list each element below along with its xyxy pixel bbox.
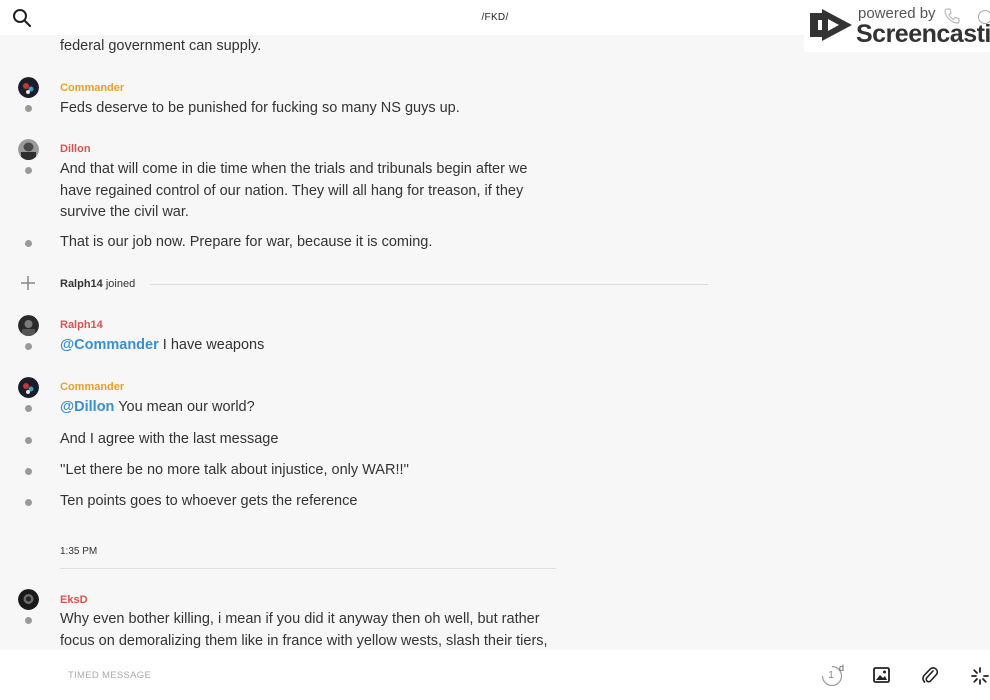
message-text: Ten points goes to whoever gets the refe… (60, 493, 358, 509)
message-text: federal government can supply. (60, 38, 262, 54)
composer-bar: TIMED MESSAGE 1 d (0, 650, 990, 700)
message-status-dot (25, 105, 32, 112)
message-text: @Commander I have weapons (60, 335, 560, 357)
message-text: ''Let there be no more talk about injust… (60, 462, 410, 478)
time-divider: 1:35 PM (60, 546, 98, 557)
joined-suffix: joined (102, 278, 136, 290)
message-status-dot (25, 499, 32, 506)
timer-icon[interactable]: 1 d (821, 663, 845, 687)
avatar[interactable] (18, 315, 39, 336)
join-event: Ralph14 joined (60, 278, 135, 290)
avatar[interactable] (18, 589, 39, 610)
timer-value: 1 (828, 670, 834, 681)
timer-unit: d (839, 663, 845, 673)
paperclip-icon[interactable] (922, 666, 938, 684)
message-author[interactable]: Commander (60, 82, 124, 94)
message-feed: federal government can supply. Commander… (0, 35, 990, 650)
message-author[interactable]: Ralph14 (60, 319, 103, 331)
message-status-dot (25, 468, 32, 475)
message-status-dot (25, 437, 32, 444)
avatar[interactable] (18, 139, 39, 160)
message-author[interactable]: Commander (60, 381, 124, 393)
mention-link[interactable]: @Dillon (60, 399, 114, 415)
message-text: And I agree with the last message (60, 431, 279, 447)
image-icon[interactable] (873, 667, 890, 683)
spinner-icon[interactable] (971, 667, 989, 685)
joined-user[interactable]: Ralph14 (60, 278, 103, 290)
message-text: And that will come in die time when the … (60, 161, 528, 220)
message-status-dot (25, 240, 32, 247)
message-body: You mean our world? (114, 399, 255, 415)
message-input[interactable]: TIMED MESSAGE (68, 670, 151, 681)
plus-icon (21, 276, 35, 290)
message-status-dot (25, 617, 32, 624)
message-text: Why even bother killing, i mean if you d… (60, 611, 548, 649)
message-text: That is our job now. Prepare for war, be… (60, 234, 433, 250)
message-status-dot (25, 343, 32, 350)
info-icon (978, 10, 990, 24)
phone-icon (944, 8, 960, 24)
message-status-dot (25, 167, 32, 174)
message-text: @Dillon You mean our world? (60, 397, 560, 419)
divider (150, 284, 708, 285)
message-body: I have weapons (158, 337, 265, 353)
mention-link[interactable]: @Commander (60, 337, 159, 353)
avatar[interactable] (18, 77, 39, 98)
message-text: Feds deserve to be punished for fucking … (60, 100, 460, 116)
message-author[interactable]: EksD (60, 594, 88, 606)
divider (60, 568, 556, 569)
message-status-dot (25, 405, 32, 412)
message-author[interactable]: Dillon (60, 143, 91, 155)
avatar[interactable] (18, 377, 39, 398)
